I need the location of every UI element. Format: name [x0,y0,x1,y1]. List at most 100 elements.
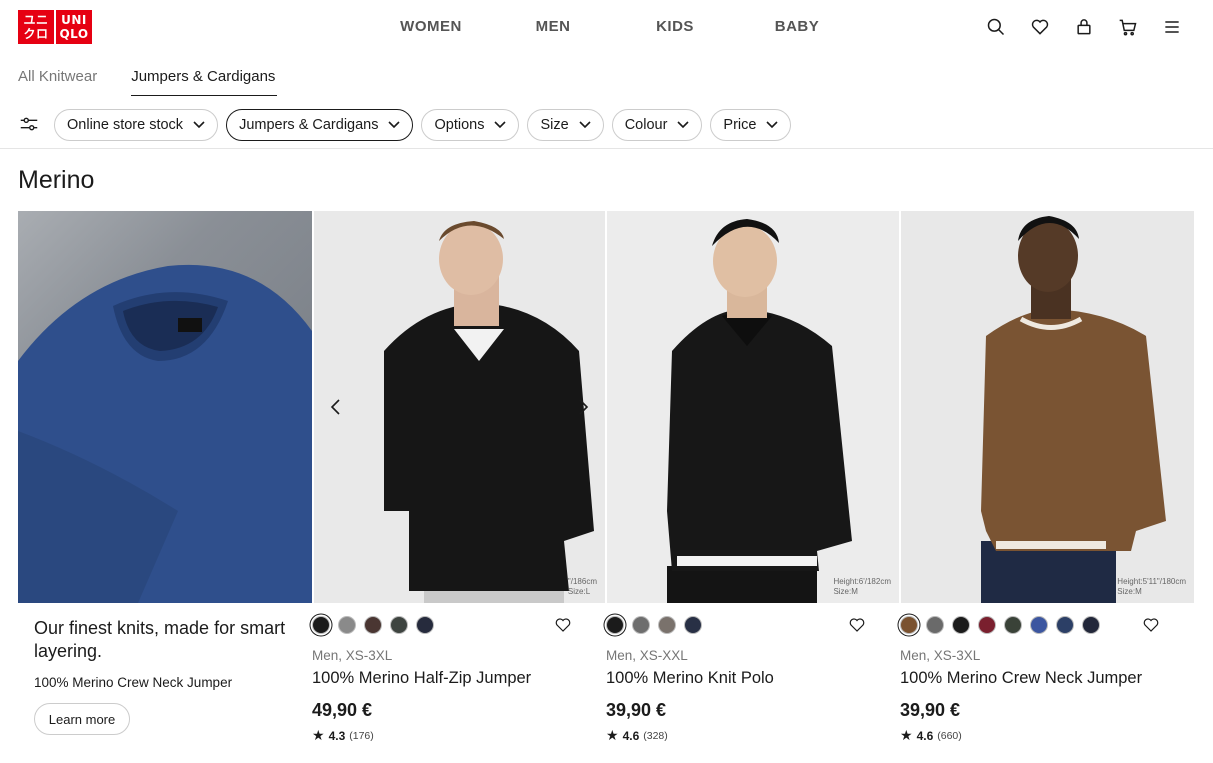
model-info: Height:5'11"/180cm Size:M [1117,577,1186,597]
promo-card: Our finest knits, made for smart layerin… [34,617,304,735]
product-name[interactable]: 100% Merino Crew Neck Jumper [900,669,1170,688]
filter-price[interactable]: Price [710,109,792,141]
product-meta: Men, XS-3XL [900,648,981,663]
filter-options[interactable]: Options [421,109,520,141]
product-card-half-zip[interactable]: Men, XS-3XL 100% Merino Half-Zip Jumper … [312,614,582,744]
swatch[interactable] [606,616,624,634]
rating-score: 4.6 [916,728,934,743]
main-nav: WOMEN MEN KIDS BABY [370,18,858,35]
search-icon[interactable] [985,16,1007,38]
filter-label: Options [434,117,485,133]
swatch[interactable] [390,616,408,634]
logo-katakana: ユニ クロ [18,10,54,44]
review-count: (660) [937,729,962,742]
swatch[interactable] [312,616,330,634]
favorite-heart-icon[interactable] [848,616,868,636]
swatch[interactable] [338,616,356,634]
favorite-heart-icon[interactable] [554,616,574,636]
menu-icon[interactable] [1161,16,1183,38]
promo-subtitle: 100% Merino Crew Neck Jumper [34,675,233,690]
logo-latin: UNI QLO [56,10,92,44]
tab-jumpers-cardigans[interactable]: Jumpers & Cardigans [131,68,278,96]
promo-headline: Our finest knits, made for smart layerin… [34,618,286,661]
product-price: 39,90 € [606,700,667,720]
product-image-half-zip[interactable]: "/186cm Size:L [314,211,605,603]
chevron-down-icon [579,121,591,129]
product-price: 49,90 € [312,700,373,720]
color-swatches [606,614,876,636]
swatch[interactable] [900,616,918,634]
promo-image[interactable] [18,211,312,603]
filter-colour[interactable]: Colour [611,109,703,141]
model-info: "/186cm Size:L [568,577,597,597]
product-card-knit-polo[interactable]: Men, XS-XXL 100% Merino Knit Polo 39,90 … [606,614,876,744]
swatch[interactable] [1056,616,1074,634]
swatch[interactable] [364,616,382,634]
model-illustration [667,219,852,603]
swatch[interactable] [416,616,434,634]
nav-baby[interactable]: BABY [736,18,858,35]
site-header: ユニ クロ UNI QLO WOMEN MEN KIDS BABY [0,0,1213,56]
swatch[interactable] [952,616,970,634]
nav-women[interactable]: WOMEN [370,18,492,35]
swatch[interactable] [1030,616,1048,634]
swatch[interactable] [658,616,676,634]
filter-label: Jumpers & Cardigans [239,117,379,133]
header-icons [985,16,1183,38]
review-count: (176) [349,729,374,742]
swatch[interactable] [684,616,702,634]
color-swatches [900,614,1170,636]
swatch[interactable] [632,616,650,634]
color-swatches [312,614,582,636]
filter-sliders-icon[interactable] [18,113,42,137]
filter-label: Size [540,117,569,133]
model-illustration [384,221,594,603]
nav-men[interactable]: MEN [492,18,614,35]
filter-size[interactable]: Size [527,109,604,141]
learn-more-button[interactable]: Learn more [34,703,130,735]
chevron-down-icon [388,121,401,129]
model-height: Height:5'11"/180cm [1117,577,1186,586]
swatch[interactable] [978,616,996,634]
chevron-down-icon [193,121,205,129]
filter-online-stock[interactable]: Online store stock [54,109,219,141]
model-size: Size:M [833,587,858,596]
heart-icon[interactable] [1029,16,1051,38]
uniqlo-logo[interactable]: ユニ クロ UNI QLO [18,10,92,44]
chevron-down-icon [677,121,689,129]
category-tabs: All Knitwear Jumpers & Cardigans [18,68,311,96]
filter-bar: Online store stock Jumpers & Cardigans O… [18,109,799,141]
cart-icon[interactable] [1117,16,1139,38]
nav-kids[interactable]: KIDS [614,18,736,35]
filter-category[interactable]: Jumpers & Cardigans [226,109,414,141]
swatch[interactable] [1082,616,1100,634]
logo-line-1: ユニ [23,13,49,27]
rating-score: 4.6 [622,728,640,743]
product-name[interactable]: 100% Merino Knit Polo [606,669,876,688]
carousel-next-arrow[interactable] [573,397,593,417]
filter-label: Colour [624,117,668,133]
account-icon[interactable] [1073,16,1095,38]
logo-line-3: UNI [61,13,87,27]
favorite-heart-icon[interactable] [1142,616,1162,636]
product-image-crew-neck[interactable]: Height:5'11"/180cm Size:M [901,211,1194,603]
product-meta: Men, XS-XXL [606,648,688,663]
chevron-down-icon [766,121,779,129]
section-title: Merino [18,166,95,194]
swatch[interactable] [1004,616,1022,634]
product-card-crew-neck[interactable]: Men, XS-3XL 100% Merino Crew Neck Jumper… [900,614,1170,744]
sweater-illustration [18,264,312,603]
model-info: Height:6'/182cm Size:M [833,577,891,597]
review-count: (328) [643,729,668,742]
model-size: Size:L [567,587,591,596]
carousel-prev-arrow[interactable] [326,397,346,417]
product-image-knit-polo[interactable]: Height:6'/182cm Size:M [607,211,899,603]
product-rating: ★ 4.6 (328) [606,727,876,744]
product-name[interactable]: 100% Merino Half-Zip Jumper [312,669,582,688]
tab-all-knitwear[interactable]: All Knitwear [18,68,97,96]
swatch[interactable] [926,616,944,634]
star-icon: ★ [900,727,913,743]
rating-score: 4.3 [328,728,346,743]
divider [0,148,1213,149]
chevron-down-icon [494,121,507,129]
